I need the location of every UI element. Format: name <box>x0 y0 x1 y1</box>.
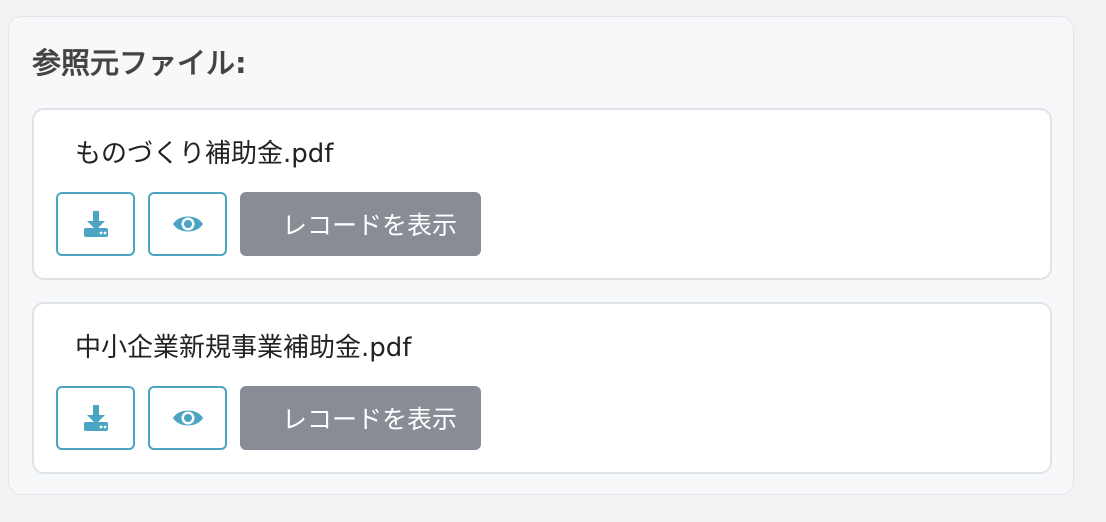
file-name: ものづくり補助金.pdf <box>75 139 334 169</box>
show-record-button[interactable]: レコードを表示 <box>240 192 481 256</box>
view-button[interactable] <box>148 192 227 256</box>
download-icon <box>81 209 111 239</box>
file-name: 中小企業新規事業補助金.pdf <box>75 333 412 363</box>
download-button[interactable] <box>56 192 135 256</box>
download-icon <box>81 403 111 433</box>
reference-files-panel: 参照元ファイル: ものづくり補助金.pdf レコードを表示 中小企業新規事業補助… <box>8 16 1074 495</box>
eye-icon <box>172 212 204 236</box>
eye-icon <box>172 406 204 430</box>
download-button[interactable] <box>56 386 135 450</box>
file-card: ものづくり補助金.pdf レコードを表示 <box>32 108 1052 280</box>
panel-title: 参照元ファイル: <box>32 46 247 80</box>
file-card: 中小企業新規事業補助金.pdf レコードを表示 <box>32 302 1052 474</box>
view-button[interactable] <box>148 386 227 450</box>
show-record-button[interactable]: レコードを表示 <box>240 386 481 450</box>
